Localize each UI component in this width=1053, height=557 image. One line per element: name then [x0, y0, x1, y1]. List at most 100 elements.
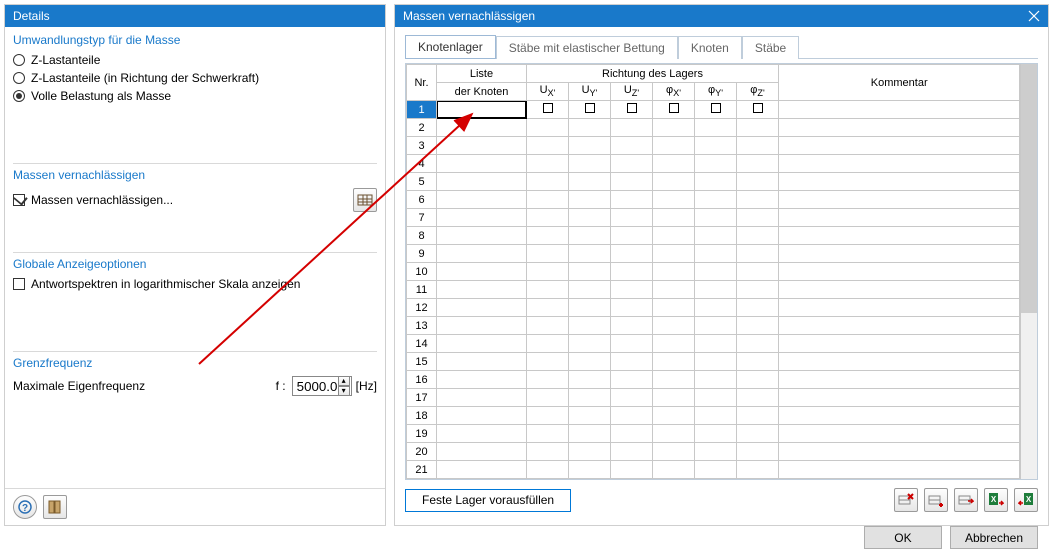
cell-comment[interactable]: [779, 443, 1020, 461]
cell-node-list[interactable]: [437, 335, 527, 353]
cell-direction[interactable]: [695, 371, 737, 389]
cell-direction[interactable]: [527, 389, 569, 407]
table-row[interactable]: 13: [407, 317, 1020, 335]
cell-direction[interactable]: [569, 101, 611, 119]
cell-direction[interactable]: [569, 263, 611, 281]
cell-direction[interactable]: [611, 227, 653, 245]
cell-direction[interactable]: [653, 137, 695, 155]
tab-nodes[interactable]: Knoten: [678, 36, 742, 59]
cell-direction[interactable]: [569, 389, 611, 407]
table-row[interactable]: 12: [407, 299, 1020, 317]
table-row[interactable]: 3: [407, 137, 1020, 155]
cell-direction[interactable]: [737, 389, 779, 407]
cell-node-list[interactable]: [437, 317, 527, 335]
insert-row-button[interactable]: [924, 488, 948, 512]
cell-comment[interactable]: [779, 101, 1020, 119]
cell-direction[interactable]: [653, 335, 695, 353]
cell-direction[interactable]: [527, 227, 569, 245]
cell-direction[interactable]: [695, 191, 737, 209]
cell-direction[interactable]: [653, 461, 695, 479]
table-row[interactable]: 18: [407, 407, 1020, 425]
cell-comment[interactable]: [779, 389, 1020, 407]
table-row[interactable]: 20: [407, 443, 1020, 461]
cell-direction[interactable]: [569, 281, 611, 299]
cell-node-list[interactable]: [437, 191, 527, 209]
cell-node-list[interactable]: [437, 227, 527, 245]
cell-direction[interactable]: [569, 407, 611, 425]
cell-direction[interactable]: [737, 191, 779, 209]
cell-direction[interactable]: [737, 155, 779, 173]
cell-direction[interactable]: [737, 335, 779, 353]
cell-direction[interactable]: [611, 335, 653, 353]
cell-node-list[interactable]: [437, 425, 527, 443]
cell-direction[interactable]: [569, 353, 611, 371]
cell-direction[interactable]: [695, 101, 737, 119]
cell-node-list[interactable]: [437, 389, 527, 407]
cell-node-list[interactable]: [437, 353, 527, 371]
cell-direction[interactable]: [611, 137, 653, 155]
cell-direction[interactable]: [653, 173, 695, 191]
cell-direction[interactable]: [695, 317, 737, 335]
cell-direction[interactable]: [695, 389, 737, 407]
cell-comment[interactable]: [779, 353, 1020, 371]
cell-direction[interactable]: [527, 101, 569, 119]
cell-direction[interactable]: [653, 191, 695, 209]
cell-direction[interactable]: [569, 461, 611, 479]
cell-direction[interactable]: [569, 299, 611, 317]
defaults-button[interactable]: [43, 495, 67, 519]
table-row[interactable]: 5: [407, 173, 1020, 191]
cell-direction[interactable]: [737, 209, 779, 227]
cell-comment[interactable]: [779, 425, 1020, 443]
cell-direction[interactable]: [569, 245, 611, 263]
cell-direction[interactable]: [737, 425, 779, 443]
cell-comment[interactable]: [779, 209, 1020, 227]
cell-direction[interactable]: [737, 353, 779, 371]
cell-direction[interactable]: [611, 317, 653, 335]
cell-comment[interactable]: [779, 263, 1020, 281]
cell-direction[interactable]: [653, 389, 695, 407]
cell-direction[interactable]: [737, 245, 779, 263]
cell-direction[interactable]: [653, 317, 695, 335]
cell-node-list[interactable]: [437, 209, 527, 227]
tab-members[interactable]: Stäbe: [742, 36, 799, 59]
cell-direction[interactable]: [695, 119, 737, 137]
cell-direction[interactable]: [611, 245, 653, 263]
cell-direction[interactable]: [569, 119, 611, 137]
cell-direction[interactable]: [569, 335, 611, 353]
copy-row-button[interactable]: [954, 488, 978, 512]
table-row[interactable]: 10: [407, 263, 1020, 281]
cell-comment[interactable]: [779, 299, 1020, 317]
cell-direction[interactable]: [569, 191, 611, 209]
edit-masses-button[interactable]: [353, 188, 377, 212]
table-row[interactable]: 11: [407, 281, 1020, 299]
cell-direction[interactable]: [737, 227, 779, 245]
cell-direction[interactable]: [611, 299, 653, 317]
cell-direction[interactable]: [653, 299, 695, 317]
radio-z-load[interactable]: Z-Lastanteile: [13, 53, 377, 67]
cell-comment[interactable]: [779, 461, 1020, 479]
close-button[interactable]: [1020, 5, 1048, 27]
cell-direction[interactable]: [737, 137, 779, 155]
cell-direction[interactable]: [527, 173, 569, 191]
freq-spinner[interactable]: ▴▾: [338, 376, 350, 396]
cell-direction[interactable]: [695, 245, 737, 263]
cell-direction[interactable]: [527, 137, 569, 155]
cell-comment[interactable]: [779, 155, 1020, 173]
table-row[interactable]: 15: [407, 353, 1020, 371]
cell-direction[interactable]: [611, 371, 653, 389]
cell-comment[interactable]: [779, 281, 1020, 299]
cell-direction[interactable]: [737, 443, 779, 461]
cell-direction[interactable]: [611, 443, 653, 461]
cell-direction[interactable]: [653, 371, 695, 389]
cell-direction[interactable]: [695, 335, 737, 353]
cell-direction[interactable]: [569, 155, 611, 173]
radio-full-load[interactable]: Volle Belastung als Masse: [13, 89, 377, 103]
cell-direction[interactable]: [611, 119, 653, 137]
excel-import-button[interactable]: X: [984, 488, 1008, 512]
help-button[interactable]: ?: [13, 495, 37, 519]
cell-direction[interactable]: [611, 353, 653, 371]
cell-comment[interactable]: [779, 227, 1020, 245]
cell-node-list[interactable]: [437, 371, 527, 389]
cell-node-list[interactable]: [437, 443, 527, 461]
cell-direction[interactable]: [527, 461, 569, 479]
